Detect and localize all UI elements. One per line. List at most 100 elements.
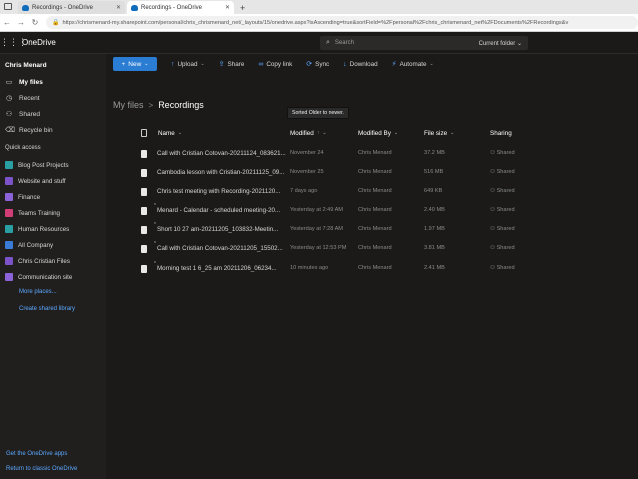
column-header-file-size[interactable]: File size ⌄ (424, 128, 454, 138)
file-sharing: ⚇ Shared (490, 245, 515, 251)
close-icon[interactable]: ✕ (116, 4, 121, 11)
file-row[interactable]: * Short 10 27 am-20211205_103832-Meetin.… (134, 221, 634, 239)
quick-access-item[interactable]: Finance (0, 190, 106, 204)
breadcrumb-my-files[interactable]: My files (113, 100, 144, 110)
get-apps-link[interactable]: Get the OneDrive apps (6, 451, 67, 457)
copy-link-button[interactable]: ∞ Copy link (258, 61, 292, 68)
quick-access-item[interactable]: Communication site (0, 270, 106, 284)
video-file-icon (141, 245, 147, 253)
site-tile-icon (5, 273, 13, 281)
browser-tab-1[interactable]: Recordings - OneDrive ✕ (18, 1, 125, 14)
return-classic-link[interactable]: Return to classic OneDrive (6, 466, 77, 472)
file-name[interactable]: Cambodia lesson with Cristian-20211125_0… (157, 169, 287, 176)
quick-access-title: Quick access (5, 145, 41, 151)
new-file-mark-icon: * (154, 222, 156, 228)
share-icon: ⇪ (218, 61, 225, 68)
file-row[interactable]: * Menard - Calendar - scheduled meeting-… (134, 202, 634, 220)
file-name[interactable]: Call with Cristian Cotovan-20211205_1550… (157, 245, 287, 252)
column-header-modified[interactable]: Modified ↑ ⌄ (290, 128, 327, 138)
new-button[interactable]: + New ⌄ (113, 57, 157, 71)
forward-arrow-icon[interactable]: → (14, 18, 28, 27)
site-tile-icon (5, 209, 13, 217)
file-sharing: ⚇ Shared (490, 207, 515, 213)
brand-title[interactable]: OneDrive (22, 38, 56, 47)
search-scope-dropdown[interactable]: Current folder ⌄ (479, 40, 522, 47)
column-header-name[interactable]: Name ⌄ (158, 128, 182, 138)
quick-access-item[interactable]: Blog Post Projects (0, 158, 106, 172)
browser-tab-label: Recordings - OneDrive (32, 4, 94, 11)
file-type-icon (141, 128, 147, 138)
app-launcher-icon[interactable]: ⋮⋮⋮ (0, 37, 27, 48)
file-modified: Yesterday at 2:49 AM (290, 207, 343, 213)
url-text: https://chrismenard-my.sharepoint.com/pe… (62, 19, 569, 26)
quick-access-item[interactable]: Chris Cristian Files (0, 254, 106, 268)
chevron-down-icon: ⌄ (144, 61, 149, 67)
more-places-link[interactable]: More places... (19, 289, 57, 295)
chevron-down-icon: ⌄ (450, 130, 455, 136)
nav-item-recycle-bin[interactable]: ⌫ Recycle bin (0, 123, 106, 137)
file-sharing: ⚇ Shared (490, 169, 515, 175)
quick-access-item[interactable]: Human Resources (0, 222, 106, 236)
nav-item-shared[interactable]: ⚇ Shared (0, 107, 106, 121)
people-icon: ⚇ (490, 188, 497, 194)
file-row[interactable]: Cambodia lesson with Cristian-20211125_0… (134, 164, 634, 182)
tab-actions-icon[interactable] (4, 3, 12, 10)
create-shared-library-link[interactable]: Create shared library (19, 306, 75, 312)
file-sharing: ⚇ Shared (490, 226, 515, 232)
nav-item-recent[interactable]: ◷ Recent (0, 91, 106, 105)
user-name: Chris Menard (5, 62, 47, 69)
file-size: 3.81 MB (424, 245, 445, 251)
file-modified: November 24 (290, 150, 324, 156)
file-sharing: ⚇ Shared (490, 188, 515, 194)
url-field[interactable]: 🔒 https://chrismenard-my.sharepoint.com/… (46, 16, 638, 29)
video-file-icon (141, 169, 147, 177)
new-tab-button[interactable]: + (240, 2, 245, 14)
file-row[interactable]: Chris test meeting with Recording-202112… (134, 183, 634, 201)
download-button[interactable]: ↓ Download (343, 61, 378, 68)
file-size: 516 MB (424, 169, 444, 175)
file-row[interactable]: * Call with Cristian Cotovan-20211205_15… (134, 240, 634, 258)
upload-icon: ↑ (171, 60, 175, 68)
file-name[interactable]: Short 10 27 am-20211205_103832-Meetin... (157, 226, 287, 233)
browser-tab-2[interactable]: Recordings - OneDrive ✕ (127, 1, 234, 14)
quick-access-item[interactable]: Teams Training (0, 206, 106, 220)
file-name[interactable]: Chris test meeting with Recording-202112… (157, 188, 287, 195)
file-modified-by: Chris Menard (358, 265, 392, 271)
people-icon: ⚇ (5, 111, 13, 118)
automate-button[interactable]: ⚡ Automate ⌄ (391, 60, 434, 69)
file-row[interactable]: * Morning test 1 6_25 am 20211206_06234.… (134, 260, 634, 278)
video-file-icon (141, 150, 147, 158)
file-name[interactable]: Call with Cristian Cotovan-20211124_0836… (157, 150, 287, 157)
automate-icon: ⚡ (391, 61, 397, 68)
file-name[interactable]: Morning test 1 6_25 am 20211206_06234... (157, 265, 287, 272)
file-modified: 7 days ago (290, 188, 318, 194)
sync-button[interactable]: ⟳ Sync (306, 60, 329, 69)
command-bar: + New ⌄ ↑ Upload ⌄ ⇪ Share ∞ Copy link ⟳… (106, 54, 638, 74)
file-name[interactable]: Menard - Calendar - scheduled meeting-20… (157, 207, 287, 214)
back-arrow-icon[interactable]: ← (0, 18, 14, 27)
file-modified-by: Chris Menard (358, 226, 392, 232)
site-tile-icon (5, 193, 13, 201)
column-header-modified-by[interactable]: Modified By ⌄ (358, 128, 398, 138)
people-icon: ⚇ (490, 150, 497, 156)
people-icon: ⚇ (490, 226, 497, 232)
close-icon[interactable]: ✕ (225, 4, 230, 11)
folder-icon: ▭ (5, 79, 13, 86)
file-modified-by: Chris Menard (358, 150, 392, 156)
quick-access-item[interactable]: All Company (0, 238, 106, 252)
breadcrumb-current: Recordings (158, 100, 204, 110)
refresh-icon[interactable]: ↻ (28, 18, 42, 27)
people-icon: ⚇ (490, 265, 497, 271)
file-row[interactable]: Call with Cristian Cotovan-20211124_0836… (134, 145, 634, 163)
quick-access-item[interactable]: Website and stuff (0, 174, 106, 188)
video-file-icon (141, 207, 147, 215)
column-header-sharing[interactable]: Sharing (490, 128, 512, 138)
search-input[interactable]: ⌕ Search Current folder ⌄ (320, 36, 528, 50)
sort-ascending-icon: ↑ (316, 130, 320, 136)
share-button[interactable]: ⇪ Share (218, 60, 245, 69)
chevron-right-icon: > (148, 100, 154, 110)
file-modified-by: Chris Menard (358, 207, 392, 213)
upload-button[interactable]: ↑ Upload ⌄ (171, 61, 205, 68)
onedrive-favicon-icon (22, 4, 29, 11)
nav-item-my-files[interactable]: ▭ My files (0, 75, 106, 89)
